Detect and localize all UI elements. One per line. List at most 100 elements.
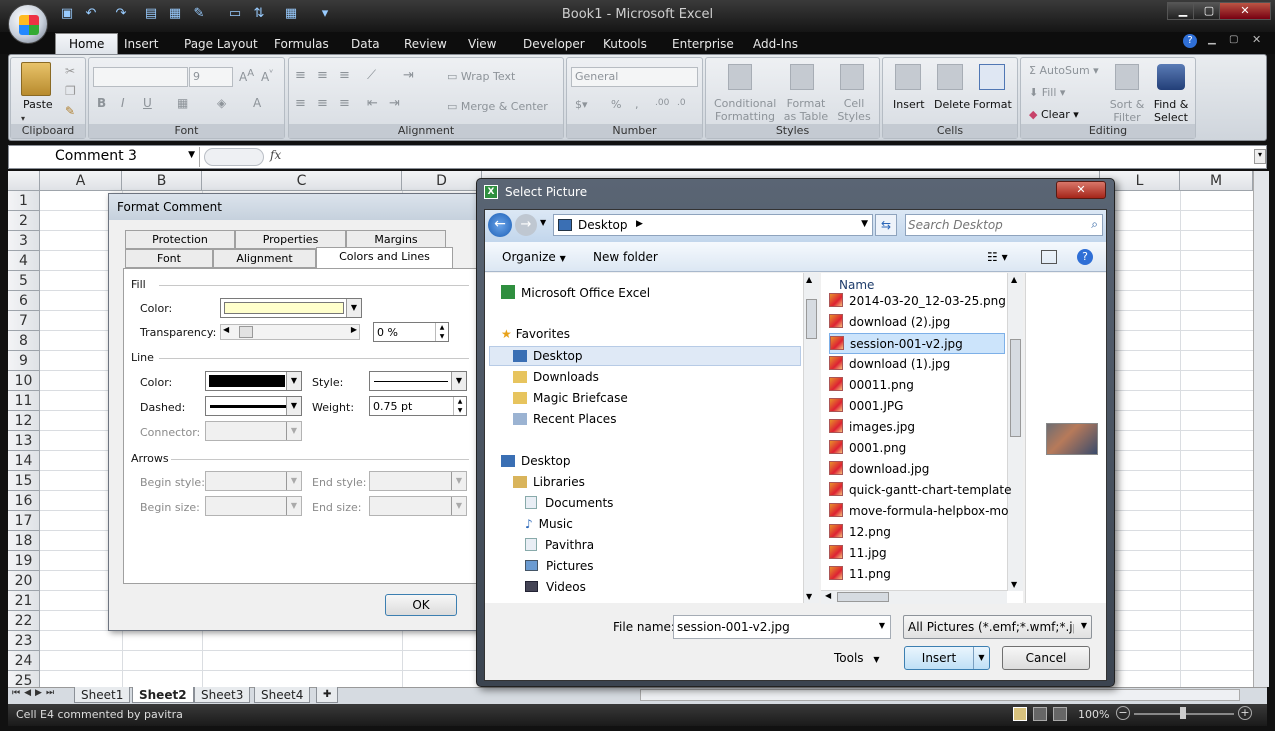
workbook-close-icon[interactable]: ✕ — [1252, 33, 1261, 46]
close-button[interactable]: ✕ — [1219, 2, 1271, 20]
slider-right-arrow-icon[interactable]: ▶ — [351, 325, 357, 334]
file-scroll-left-icon[interactable]: ◀ — [825, 591, 831, 600]
nav-scroll-down-icon[interactable]: ▼ — [806, 592, 812, 601]
indent-icon[interactable]: ⇥ — [403, 68, 414, 83]
sheet-nav-arrows-icon[interactable]: ⏮◀▶⏭ — [12, 688, 58, 698]
row-header[interactable]: 3 — [8, 231, 40, 251]
borders-icon[interactable]: ▦ — [177, 96, 188, 110]
font-color-icon[interactable]: A — [253, 96, 261, 110]
workbook-minimize-icon[interactable]: ▁ — [1208, 34, 1216, 45]
dashed-dropdown[interactable]: ▼ — [205, 396, 302, 416]
search-input[interactable] — [908, 217, 1078, 233]
tab-formulas[interactable]: Formulas — [274, 34, 329, 54]
back-icon[interactable]: ← — [488, 213, 512, 237]
sort-filter-button[interactable]: Sort & Filter — [1105, 98, 1149, 124]
normal-view-icon[interactable] — [1013, 707, 1027, 721]
row-header[interactable]: 7 — [8, 311, 40, 331]
format-painter-icon[interactable]: ✎ — [65, 104, 75, 118]
change-view-icon[interactable]: ☷ ▾ — [987, 250, 1008, 264]
copy-icon[interactable]: ❐ — [65, 84, 76, 98]
tab-data[interactable]: Data — [351, 34, 380, 54]
nav-item-videos[interactable]: Videos — [525, 580, 586, 594]
zoom-in-icon[interactable]: + — [1238, 706, 1252, 720]
file-name-field[interactable]: session-001-v2.jpg ▼ — [673, 615, 891, 639]
row-header[interactable]: 9 — [8, 351, 40, 371]
tab-kutools[interactable]: Kutools — [603, 34, 647, 54]
find-select-button[interactable]: Find & Select — [1149, 98, 1193, 124]
transparency-slider[interactable]: ◀ ▶ — [220, 324, 360, 340]
file-list-item[interactable]: quick-gantt-chart-template — [829, 480, 1011, 501]
font-size-box[interactable]: 9 — [189, 67, 233, 87]
bottom-align-icon[interactable]: ≡ — [339, 68, 350, 83]
font-name-box[interactable] — [93, 67, 188, 87]
page-break-view-icon[interactable] — [1053, 707, 1067, 721]
fill-color-icon[interactable]: ◈ — [217, 96, 226, 110]
row-header[interactable]: 22 — [8, 611, 40, 631]
sheet-tab-1[interactable]: Sheet1 — [74, 687, 131, 703]
comma-icon[interactable]: , — [635, 98, 639, 111]
transparency-input[interactable]: 0 % ▲ ▼ — [373, 322, 449, 342]
help-icon[interactable]: ? — [1183, 34, 1197, 48]
align-left-icon[interactable]: ≡ — [295, 96, 306, 111]
nav-favorites[interactable]: ★ Favorites — [501, 327, 570, 341]
organize-button[interactable]: Organize ▼ — [502, 250, 566, 264]
tools-button[interactable]: Tools ▼ — [834, 651, 880, 665]
line-style-dropdown-icon[interactable]: ▼ — [451, 372, 466, 390]
accounting-icon[interactable]: $▾ — [575, 98, 588, 111]
delete-cells-button[interactable]: Delete — [934, 98, 970, 111]
breadcrumb-arrow-icon[interactable]: ▶ — [636, 219, 643, 229]
row-header[interactable]: 6 — [8, 291, 40, 311]
delete-cells-icon[interactable] — [937, 64, 963, 90]
cell-styles-button[interactable]: Cell Styles — [834, 97, 874, 123]
nav-item-music[interactable]: ♪ Music — [525, 517, 573, 531]
nav-item-recent[interactable]: Recent Places — [513, 412, 616, 426]
line-style-dropdown[interactable]: ▼ — [369, 371, 467, 391]
column-header-m[interactable]: M — [1180, 171, 1253, 191]
row-header[interactable]: 16 — [8, 491, 40, 511]
tab-font[interactable]: Font — [125, 249, 213, 268]
increase-decimal-icon[interactable]: .00 — [655, 98, 669, 108]
file-list-item[interactable]: move-formula-helpbox-mo — [829, 501, 1008, 522]
sheet-tab-3[interactable]: Sheet3 — [194, 687, 251, 703]
file-list-item[interactable]: 12.png — [829, 522, 1005, 543]
dialog-help-icon[interactable]: ? — [1077, 249, 1093, 265]
row-header[interactable]: 20 — [8, 571, 40, 591]
nav-scroll-up-icon[interactable]: ▲ — [806, 275, 812, 284]
decrease-decimal-icon[interactable]: .0 — [677, 98, 686, 108]
tab-colors-and-lines[interactable]: Colors and Lines — [316, 247, 453, 269]
page-layout-view-icon[interactable] — [1033, 707, 1047, 721]
formula-input[interactable] — [290, 147, 1250, 167]
nav-item-documents[interactable]: Documents — [525, 496, 613, 510]
percent-icon[interactable]: % — [611, 98, 621, 111]
file-name-dropdown-icon[interactable]: ▼ — [879, 621, 885, 630]
vertical-scrollbar[interactable] — [1253, 171, 1269, 687]
file-list-item[interactable]: 0001.JPG — [829, 396, 1005, 417]
row-header[interactable]: 18 — [8, 531, 40, 551]
bold-icon[interactable]: B — [97, 96, 106, 110]
row-header[interactable]: 17 — [8, 511, 40, 531]
nav-item-desktop-fav[interactable]: Desktop — [513, 349, 583, 363]
file-list-hscrollbar[interactable]: ◀ — [821, 590, 1007, 604]
row-header[interactable]: 12 — [8, 411, 40, 431]
insert-function-button[interactable]: fx — [270, 148, 281, 162]
dialog-close-button[interactable]: ✕ — [1056, 181, 1106, 199]
top-align-icon[interactable]: ≡ — [295, 68, 306, 83]
paste-dropdown-icon[interactable]: ▾ — [21, 114, 25, 123]
wrap-text-button[interactable]: ▭ Wrap Text — [447, 70, 515, 83]
column-header-c[interactable]: C — [202, 171, 402, 191]
formula-bar-divider[interactable] — [204, 148, 264, 166]
underline-icon[interactable]: U — [143, 96, 152, 110]
paste-icon[interactable] — [21, 62, 51, 96]
transparency-slider-thumb[interactable] — [239, 326, 253, 338]
forward-icon[interactable]: → — [515, 214, 537, 236]
line-color-dropdown-icon[interactable]: ▼ — [286, 372, 301, 390]
nav-item-downloads[interactable]: Downloads — [513, 370, 599, 384]
orientation-icon[interactable]: ⟋ — [367, 68, 376, 83]
expand-formula-bar-icon[interactable]: ▾ — [1254, 149, 1266, 164]
insert-button[interactable]: Insert ▼ — [904, 646, 990, 670]
tab-home[interactable]: Home — [55, 33, 119, 54]
row-header[interactable]: 8 — [8, 331, 40, 351]
address-bar[interactable]: Desktop ▶ ▼ — [553, 214, 873, 236]
row-header[interactable]: 2 — [8, 211, 40, 231]
insert-cells-icon[interactable] — [895, 64, 921, 90]
